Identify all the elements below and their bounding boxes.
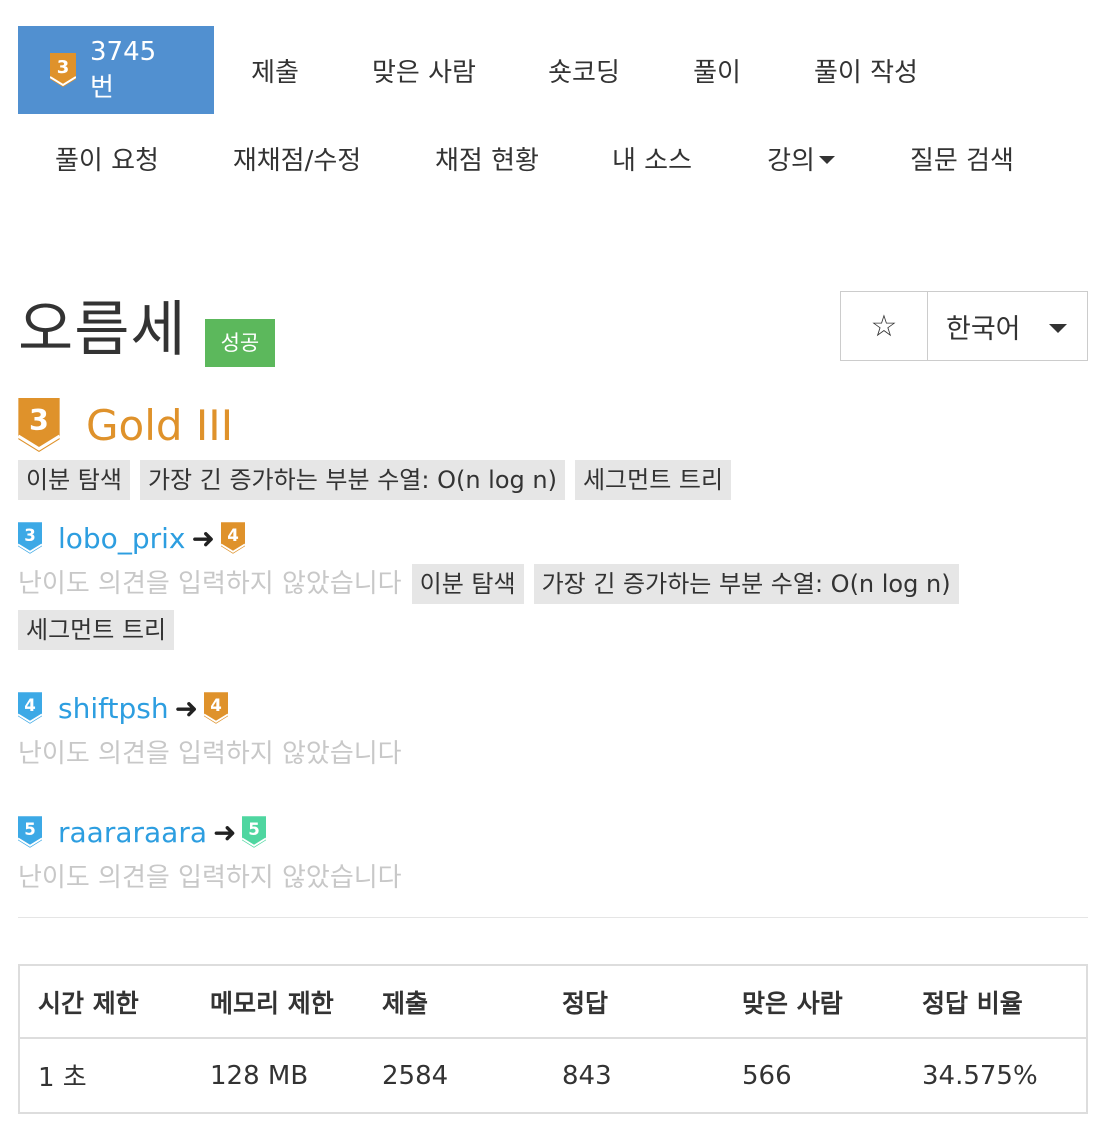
nav-lecture-dropdown[interactable]: 강의 [728,114,874,202]
user-tier-badge-icon: 3 [18,522,42,554]
opinion-comment: 난이도 의견을 입력하지 않았습니다 [18,739,402,769]
value-accepted-users: 566 [742,1060,792,1091]
problem-title-row: 오름세 성공 [18,290,276,370]
opinion-user-link[interactable]: lobo_prix [58,522,185,555]
opinion-body: 난이도 의견을 입력하지 않았습니다 [18,734,1088,780]
nav-lecture-label: 강의 [767,145,815,176]
header-submissions: 제출 [364,966,544,1039]
value-accepted: 843 [562,1060,612,1091]
tag-lis[interactable]: 가장 긴 증가하는 부분 수열: O(n log n) [139,460,565,500]
vote-tier-badge-icon: 4 [204,692,229,724]
section-divider [18,917,1088,918]
language-dropdown[interactable]: 한국어 [928,292,1087,360]
chevron-down-icon [818,156,835,164]
nav-request-solution[interactable]: 풀이 요청 [18,114,196,202]
header-memory-limit: 메모리 제한 [192,966,364,1039]
tag-binary-search[interactable]: 이분 탐색 [411,564,524,604]
nav-judge-status[interactable]: 채점 현황 [398,114,576,202]
value-accept-ratio: 34.575% [922,1060,1038,1091]
problem-info-table: 시간 제한 메모리 제한 제출 정답 맞은 사람 정답 비율 1 초 128 M… [18,964,1088,1114]
arrow-right-icon: ➜ [191,521,215,555]
opinion-user-link[interactable]: raararaara [58,816,207,849]
star-icon: ☆ [870,308,898,344]
nav-submit[interactable]: 제출 [214,26,336,114]
value-memory-limit: 128 MB [210,1060,309,1091]
opinion-comment: 난이도 의견을 입력하지 않았습니다 [18,569,402,599]
opinion-item: 5 raararaara ➜ 5 난이도 의견을 입력하지 않았습니다 [18,814,1088,898]
nav-my-source[interactable]: 내 소스 [576,114,728,202]
gold-tier-badge-icon: 3 [18,398,60,452]
svg-text:3: 3 [24,526,36,545]
opinion-header: 3 lobo_prix ➜ 4 [18,520,1088,556]
svg-text:5: 5 [24,820,36,839]
opinion-header: 5 raararaara ➜ 5 [18,814,1088,850]
opinion-header: 4 shiftpsh ➜ 4 [18,690,1088,726]
tag-segment-tree[interactable]: 세그먼트 트리 [18,610,175,650]
header-accepted-users: 맞은 사람 [724,966,904,1039]
status-badge: 성공 [204,319,276,367]
user-tier-badge-icon: 4 [18,692,42,724]
vote-tier-badge-icon: 4 [220,522,245,554]
header-accepted: 정답 [544,966,724,1039]
nav-short-coding[interactable]: 숏코딩 [512,26,656,114]
tier-name: Gold III [86,400,234,450]
tag-binary-search[interactable]: 이분 탐색 [18,460,130,500]
chevron-down-icon [1049,323,1067,333]
nav-solutions[interactable]: 풀이 [656,26,778,114]
star-button[interactable]: ☆ [841,292,928,360]
opinion-user-link[interactable]: shiftpsh [58,692,169,725]
opinion-body: 난이도 의견을 입력하지 않았습니다 [18,858,1088,898]
value-submissions: 2584 [382,1060,449,1091]
arrow-right-icon: ➜ [174,691,199,725]
problem-tags: 이분 탐색 가장 긴 증가하는 부분 수열: O(n log n) 세그먼트 트… [18,460,741,506]
arrow-right-icon: ➜ [213,815,237,849]
tag-segment-tree[interactable]: 세그먼트 트리 [574,460,732,500]
opinion-item: 4 shiftpsh ➜ 4 난이도 의견을 입력하지 않았습니다 [18,690,1088,780]
opinion-body: 난이도 의견을 입력하지 않았습니다 이분 탐색 가장 긴 증가하는 부분 수열… [18,564,1088,656]
header-time-limit: 시간 제한 [20,966,192,1039]
svg-text:5: 5 [249,820,261,839]
header-accept-ratio: 정답 비율 [904,966,1086,1039]
nav-write-solution[interactable]: 풀이 작성 [778,26,954,114]
tag-lis[interactable]: 가장 긴 증가하는 부분 수열: O(n log n) [533,564,959,604]
svg-text:4: 4 [24,696,36,715]
svg-text:4: 4 [227,526,239,545]
problem-nav-secondary: 풀이 요청 재채점/수정 채점 현황 내 소스 강의 질문 검색 [18,114,1050,202]
opinion-comment: 난이도 의견을 입력하지 않았습니다 [18,863,402,893]
problem-controls: ☆ 한국어 [840,291,1088,361]
nav-accepted-users[interactable]: 맞은 사람 [336,26,512,114]
user-tier-badge-icon: 5 [18,816,42,848]
problem-tier: 3 Gold III [18,398,233,452]
difficulty-opinions: 3 lobo_prix ➜ 4 난이도 의견을 입력하지 않았습니다 이분 탐색… [18,520,1088,898]
opinion-item: 3 lobo_prix ➜ 4 난이도 의견을 입력하지 않았습니다 이분 탐색… [18,520,1088,656]
vote-tier-badge-icon: 5 [242,816,267,848]
table-row: 1 초 128 MB 2584 843 566 34.575% [20,1038,1086,1112]
problem-nav-primary: 3 3745번 제출 맞은 사람 숏코딩 풀이 풀이 작성 [18,26,954,114]
page-title: 오름세 [18,295,187,365]
table-header-row: 시간 제한 메모리 제한 제출 정답 맞은 사람 정답 비율 [20,966,1086,1039]
svg-text:3: 3 [29,403,49,437]
nav-problem-number-label: 3745번 [89,36,157,103]
nav-rejudge[interactable]: 재채점/수정 [196,114,398,202]
gold-tier-badge-icon: 3 [50,53,76,87]
nav-question-search[interactable]: 질문 검색 [874,114,1050,202]
value-time-limit: 1 초 [38,1063,87,1093]
svg-text:3: 3 [57,57,70,78]
svg-text:4: 4 [210,696,222,715]
nav-problem-number[interactable]: 3 3745번 [18,26,214,114]
language-label: 한국어 [946,313,1021,345]
